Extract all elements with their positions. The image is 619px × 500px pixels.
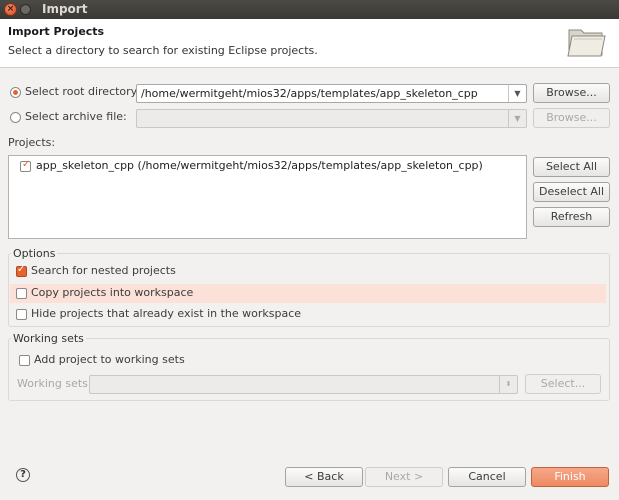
root-directory-label: Select root directory: xyxy=(25,85,141,98)
root-directory-value: /home/wermitgeht/mios32/apps/templates/a… xyxy=(141,87,478,100)
wizard-header: Import Projects Select a directory to se… xyxy=(0,19,619,68)
root-directory-combo[interactable]: /home/wermitgeht/mios32/apps/templates/a… xyxy=(136,84,527,103)
add-to-working-sets-label[interactable]: Add project to working sets xyxy=(34,353,185,366)
project-item[interactable]: app_skeleton_cpp (/home/wermitgeht/mios3… xyxy=(36,159,483,172)
folder-open-icon xyxy=(567,29,606,57)
search-nested-checkbox[interactable] xyxy=(16,264,27,277)
hide-existing-checkbox[interactable] xyxy=(16,309,27,320)
window-titlebar xyxy=(0,0,619,19)
search-nested-label[interactable]: Search for nested projects xyxy=(31,264,176,277)
archive-file-label: Select archive file: xyxy=(25,110,127,123)
cancel-button[interactable]: Cancel xyxy=(448,467,526,487)
projects-label: Projects: xyxy=(8,136,56,149)
select-working-sets-button[interactable]: Select... xyxy=(525,374,601,394)
archive-file-radio[interactable] xyxy=(10,112,21,123)
root-directory-radio[interactable] xyxy=(10,87,21,98)
back-button[interactable]: < Back xyxy=(285,467,363,487)
close-icon[interactable]: × xyxy=(4,3,17,16)
projects-list[interactable]: app_skeleton_cpp (/home/wermitgeht/mios3… xyxy=(8,155,527,239)
add-to-working-sets-checkbox[interactable] xyxy=(19,355,30,366)
browse-root-button[interactable]: Browse... xyxy=(533,83,610,103)
chevron-down-icon[interactable]: ▼ xyxy=(508,110,526,127)
working-sets-title: Working sets xyxy=(11,332,86,345)
working-sets-combo[interactable]: ⬍ xyxy=(89,375,518,394)
next-button[interactable]: Next > xyxy=(365,467,443,487)
spinner-icon[interactable]: ⬍ xyxy=(499,376,517,393)
hide-existing-label[interactable]: Hide projects that already exist in the … xyxy=(31,307,301,320)
working-sets-label: Working sets: xyxy=(17,377,92,390)
minimize-icon xyxy=(20,4,31,15)
page-title: Import Projects xyxy=(8,25,105,38)
copy-projects-checkbox[interactable] xyxy=(16,288,27,299)
deselect-all-button[interactable]: Deselect All xyxy=(533,182,610,202)
page-description: Select a directory to search for existin… xyxy=(8,44,318,57)
chevron-down-icon[interactable]: ▼ xyxy=(508,85,526,102)
window-title: Import xyxy=(42,2,88,16)
options-title: Options xyxy=(11,247,58,260)
help-icon[interactable]: ? xyxy=(16,468,30,482)
finish-button[interactable]: Finish xyxy=(531,467,609,487)
archive-file-combo[interactable]: ▼ xyxy=(136,109,527,128)
project-checkbox[interactable] xyxy=(20,159,31,172)
select-all-button[interactable]: Select All xyxy=(533,157,610,177)
browse-archive-button[interactable]: Browse... xyxy=(533,108,610,128)
copy-projects-label[interactable]: Copy projects into workspace xyxy=(31,286,193,299)
refresh-button[interactable]: Refresh xyxy=(533,207,610,227)
